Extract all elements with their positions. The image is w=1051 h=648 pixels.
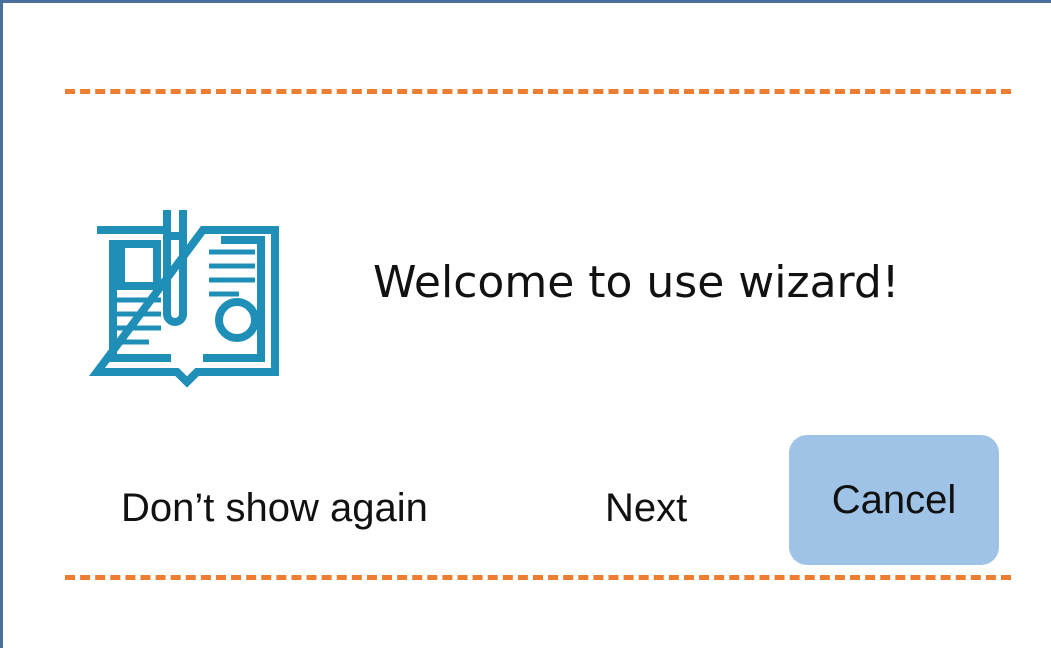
- manual-wrench-gear-icon: [89, 196, 285, 388]
- dont-show-again-button[interactable]: Don’t show again: [121, 488, 428, 528]
- bottom-divider: [65, 575, 1011, 580]
- cancel-button-label: Cancel: [831, 478, 957, 522]
- welcome-message: Welcome to use wizard!: [373, 257, 900, 308]
- cancel-button[interactable]: Cancel: [789, 435, 999, 565]
- next-button[interactable]: Next: [605, 488, 687, 528]
- wizard-dialog: Welcome to use wizard! Don’t show again …: [0, 0, 1051, 648]
- top-divider: [65, 89, 1011, 94]
